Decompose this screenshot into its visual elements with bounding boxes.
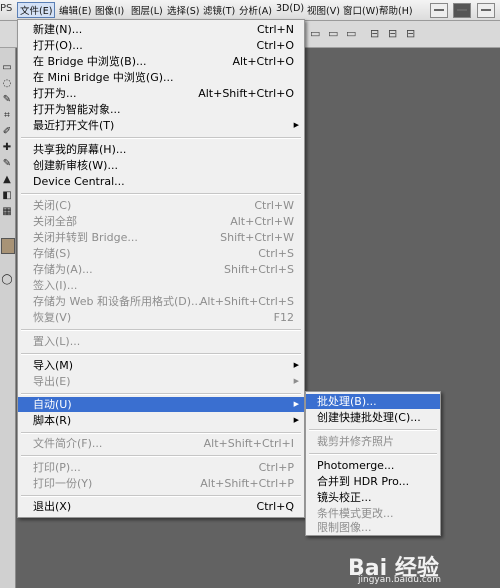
toolbox: ▭ ◌ ✎ ⌗ ✐ ✚ ✎ ▲ ◧ ▦ ◯ bbox=[0, 48, 16, 588]
automate-submenu: 批处理(B)... 创建快捷批处理(C)... 裁剪并修齐照片 Photomer… bbox=[305, 391, 441, 536]
menu-item-open-smart-object[interactable]: 打开为智能对象... bbox=[18, 102, 304, 117]
app-logo: PS bbox=[0, 3, 13, 14]
menu-3d[interactable]: 3D(D) bbox=[275, 3, 305, 14]
foreground-color-swatch[interactable] bbox=[1, 238, 15, 254]
menu-item-check-in[interactable]: 签入(I)... bbox=[18, 278, 304, 293]
eraser-tool-icon[interactable]: ◧ bbox=[1, 190, 13, 202]
submenu-item-photomerge[interactable]: Photomerge... bbox=[306, 458, 440, 473]
submenu-item-crop-straighten[interactable]: 裁剪并修齐照片 bbox=[306, 434, 440, 449]
menu-filter[interactable]: 滤镜(T) bbox=[202, 3, 236, 17]
menu-item-save[interactable]: 存储(S) Ctrl+S bbox=[18, 246, 304, 261]
align-middle-icon[interactable]: ▭ bbox=[328, 27, 338, 40]
menu-view[interactable]: 视图(V) bbox=[306, 3, 341, 17]
submenu-item-lens-correction[interactable]: 镜头校正... bbox=[306, 490, 440, 505]
eyedropper-icon[interactable]: ✐ bbox=[1, 126, 13, 138]
gradient-tool-icon[interactable]: ▦ bbox=[1, 206, 13, 218]
crop-tool-icon[interactable]: ⌗ bbox=[1, 110, 13, 122]
quick-mask-icon[interactable]: ◯ bbox=[1, 274, 13, 286]
menu-item-save-as[interactable]: 存储为(A)... Shift+Ctrl+S bbox=[18, 262, 304, 277]
menu-item-close-all[interactable]: 关闭全部 Alt+Ctrl+W bbox=[18, 214, 304, 229]
lasso-tool-icon[interactable]: ◌ bbox=[1, 78, 13, 90]
menu-item-place[interactable]: 置入(L)... bbox=[18, 334, 304, 349]
menu-image[interactable]: 图像(I) bbox=[94, 3, 125, 17]
watermark: Bai 经验 jingyan.baidu.com bbox=[348, 550, 498, 586]
distribute-icon[interactable]: ⊟ bbox=[388, 27, 397, 40]
menu-separator bbox=[21, 353, 301, 355]
menu-item-print-one-copy[interactable]: 打印一份(Y) Alt+Shift+Ctrl+P bbox=[18, 476, 304, 491]
menu-item-close[interactable]: 关闭(C) Ctrl+W bbox=[18, 198, 304, 213]
submenu-item-create-droplet[interactable]: 创建快捷批处理(C)... bbox=[306, 410, 440, 425]
menu-edit[interactable]: 编辑(E) bbox=[58, 3, 92, 17]
menu-item-browse-mini-bridge[interactable]: 在 Mini Bridge 中浏览(G)... bbox=[18, 70, 304, 85]
menu-item-new[interactable]: 新建(N)... Ctrl+N bbox=[18, 22, 304, 37]
submenu-item-fit-image[interactable]: 限制图像... bbox=[306, 520, 440, 535]
stamp-tool-icon[interactable]: ▲ bbox=[1, 174, 13, 186]
menu-help[interactable]: 帮助(H) bbox=[378, 3, 414, 17]
file-menu: 新建(N)... Ctrl+N 打开(O)... Ctrl+O 在 Bridge 中… bbox=[17, 19, 305, 518]
distribute-icon[interactable]: ⊟ bbox=[370, 27, 379, 40]
menu-layer[interactable]: 图层(L) bbox=[130, 3, 164, 17]
view-extras-icon[interactable] bbox=[477, 3, 495, 18]
marquee-tool-icon[interactable]: ▭ bbox=[1, 62, 13, 74]
menu-analysis[interactable]: 分析(A) bbox=[238, 3, 273, 17]
menu-window[interactable]: 窗口(W) bbox=[342, 3, 380, 17]
menu-item-open-as[interactable]: 打开为... Alt+Shift+Ctrl+O bbox=[18, 86, 304, 101]
menu-item-browse-bridge[interactable]: 在 Bridge 中浏览(B)... Alt+Ctrl+O bbox=[18, 54, 304, 69]
menu-item-open[interactable]: 打开(O)... Ctrl+O bbox=[18, 38, 304, 53]
distribute-icon[interactable]: ⊟ bbox=[406, 27, 415, 40]
menu-item-save-for-web[interactable]: 存储为 Web 和设备所用格式(D)... Alt+Shift+Ctrl+S bbox=[18, 294, 304, 309]
brush-tool-icon[interactable]: ✎ bbox=[1, 158, 13, 170]
menu-separator bbox=[21, 329, 301, 331]
align-top-icon[interactable]: ▭ bbox=[310, 27, 320, 40]
submenu-arrow-icon: ▶ bbox=[293, 400, 299, 408]
menu-separator bbox=[21, 495, 301, 497]
menu-item-scripts[interactable]: 脚本(R) ▶ bbox=[18, 413, 304, 428]
menu-item-exit[interactable]: 退出(X) Ctrl+Q bbox=[18, 499, 304, 514]
menu-item-recent-files[interactable]: 最近打开文件(T) ▶ bbox=[18, 118, 304, 133]
menu-item-export[interactable]: 导出(E) ▶ bbox=[18, 374, 304, 389]
menu-separator bbox=[21, 137, 301, 139]
menu-item-close-go-bridge[interactable]: 关闭并转到 Bridge... Shift+Ctrl+W bbox=[18, 230, 304, 245]
submenu-item-batch[interactable]: 批处理(B)... bbox=[306, 394, 440, 409]
menu-item-share-screen[interactable]: 共享我的屏幕(H)... bbox=[18, 142, 304, 157]
quick-select-icon[interactable]: ✎ bbox=[1, 94, 13, 106]
menu-separator bbox=[21, 393, 301, 395]
submenu-item-merge-hdr[interactable]: 合并到 HDR Pro... bbox=[306, 474, 440, 489]
menu-separator bbox=[21, 193, 301, 195]
watermark-url: jingyan.baidu.com bbox=[358, 575, 442, 585]
healing-brush-icon[interactable]: ✚ bbox=[1, 142, 13, 154]
submenu-arrow-icon: ▶ bbox=[293, 377, 299, 385]
menu-select[interactable]: 选择(S) bbox=[166, 3, 200, 17]
menu-separator bbox=[21, 432, 301, 434]
menu-item-file-info[interactable]: 文件简介(F)... Alt+Shift+Ctrl+I bbox=[18, 436, 304, 451]
menu-separator bbox=[309, 429, 437, 431]
menu-file[interactable]: 文件(E) bbox=[17, 2, 56, 18]
bridge-icon[interactable] bbox=[430, 3, 448, 18]
menu-bar: PS 文件(E) 编辑(E) 图像(I) 图层(L) 选择(S) 滤镜(T) 分… bbox=[0, 0, 500, 21]
menu-separator bbox=[21, 455, 301, 457]
menu-item-device-central[interactable]: Device Central... bbox=[18, 174, 304, 189]
submenu-item-conditional-mode[interactable]: 条件模式更改... bbox=[306, 506, 440, 521]
submenu-arrow-icon: ▶ bbox=[293, 361, 299, 369]
menu-item-revert[interactable]: 恢复(V) F12 bbox=[18, 310, 304, 325]
align-bottom-icon[interactable]: ▭ bbox=[346, 27, 356, 40]
menu-item-automate[interactable]: 自动(U) ▶ bbox=[18, 397, 304, 412]
submenu-arrow-icon: ▶ bbox=[293, 121, 299, 129]
minibridge-icon[interactable] bbox=[453, 3, 471, 18]
menu-item-print[interactable]: 打印(P)... Ctrl+P bbox=[18, 460, 304, 475]
submenu-arrow-icon: ▶ bbox=[293, 416, 299, 424]
menu-separator bbox=[309, 453, 437, 455]
menu-item-create-review[interactable]: 创建新审核(W)... bbox=[18, 158, 304, 173]
menu-item-import[interactable]: 导入(M) ▶ bbox=[18, 358, 304, 373]
